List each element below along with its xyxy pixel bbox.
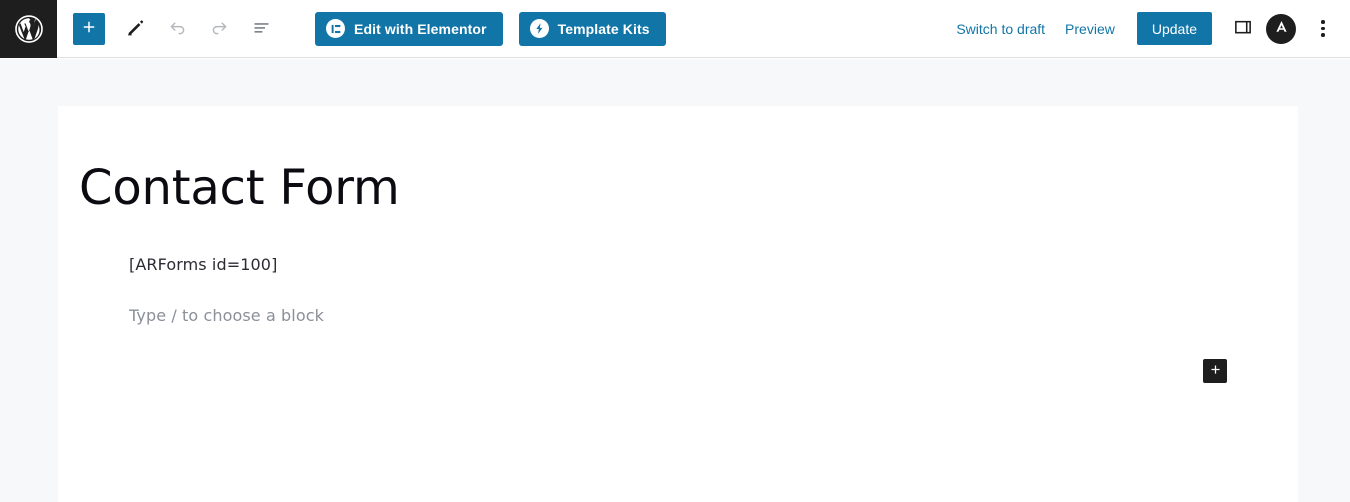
elementor-icon [326, 19, 345, 38]
redo-arrow-icon [209, 17, 230, 41]
pencil-icon [125, 17, 146, 41]
update-button[interactable]: Update [1136, 12, 1212, 45]
undo-arrow-icon [167, 17, 188, 41]
plus-icon [80, 18, 98, 39]
editor-content-sheet[interactable]: Contact Form [ARForms id=100] Type / to … [58, 106, 1298, 502]
lightning-bolt-icon [529, 19, 549, 38]
header-left-tools [57, 11, 285, 47]
plus-icon [1208, 362, 1223, 380]
options-menu-button[interactable] [1308, 12, 1338, 46]
sidebar-panel-icon [1232, 16, 1254, 41]
list-view-icon [251, 17, 272, 41]
edit-with-elementor-button[interactable]: Edit with Elementor [315, 11, 503, 46]
header-plugin-buttons: Edit with Elementor Template Kits [285, 11, 666, 46]
shortcode-block[interactable]: [ARForms id=100] [129, 255, 277, 274]
empty-block-placeholder[interactable]: Type / to choose a block [129, 306, 324, 325]
template-kits-button[interactable]: Template Kits [518, 11, 666, 46]
kebab-dot-icon [1321, 20, 1325, 24]
undo-button[interactable] [159, 11, 195, 47]
block-appender-button[interactable] [1203, 359, 1227, 383]
kebab-dot-icon [1321, 26, 1325, 31]
editor-header: Edit with Elementor Template Kits Switch… [0, 0, 1350, 58]
tools-pencil-button[interactable] [117, 11, 153, 47]
redo-button[interactable] [201, 11, 237, 47]
editor-canvas-area: Contact Form [ARForms id=100] Type / to … [0, 59, 1350, 502]
page-title[interactable]: Contact Form [79, 160, 400, 216]
settings-sidebar-toggle-button[interactable] [1226, 12, 1260, 46]
kebab-dot-icon [1321, 33, 1325, 37]
wordpress-logo-icon [14, 14, 44, 44]
arforms-logo-icon [1273, 18, 1290, 40]
header-right-actions: Switch to draft Preview Update [946, 12, 1350, 46]
wordpress-logo-button[interactable] [0, 0, 57, 58]
list-view-button[interactable] [243, 11, 279, 47]
preview-button[interactable]: Preview [1055, 15, 1125, 43]
block-editor-app: Edit with Elementor Template Kits Switch… [0, 0, 1350, 502]
arforms-avatar[interactable] [1266, 13, 1296, 44]
add-block-button[interactable] [73, 12, 105, 45]
edit-with-elementor-label: Edit with Elementor [354, 20, 487, 37]
switch-to-draft-button[interactable]: Switch to draft [946, 15, 1055, 43]
template-kits-label: Template Kits [557, 20, 650, 37]
